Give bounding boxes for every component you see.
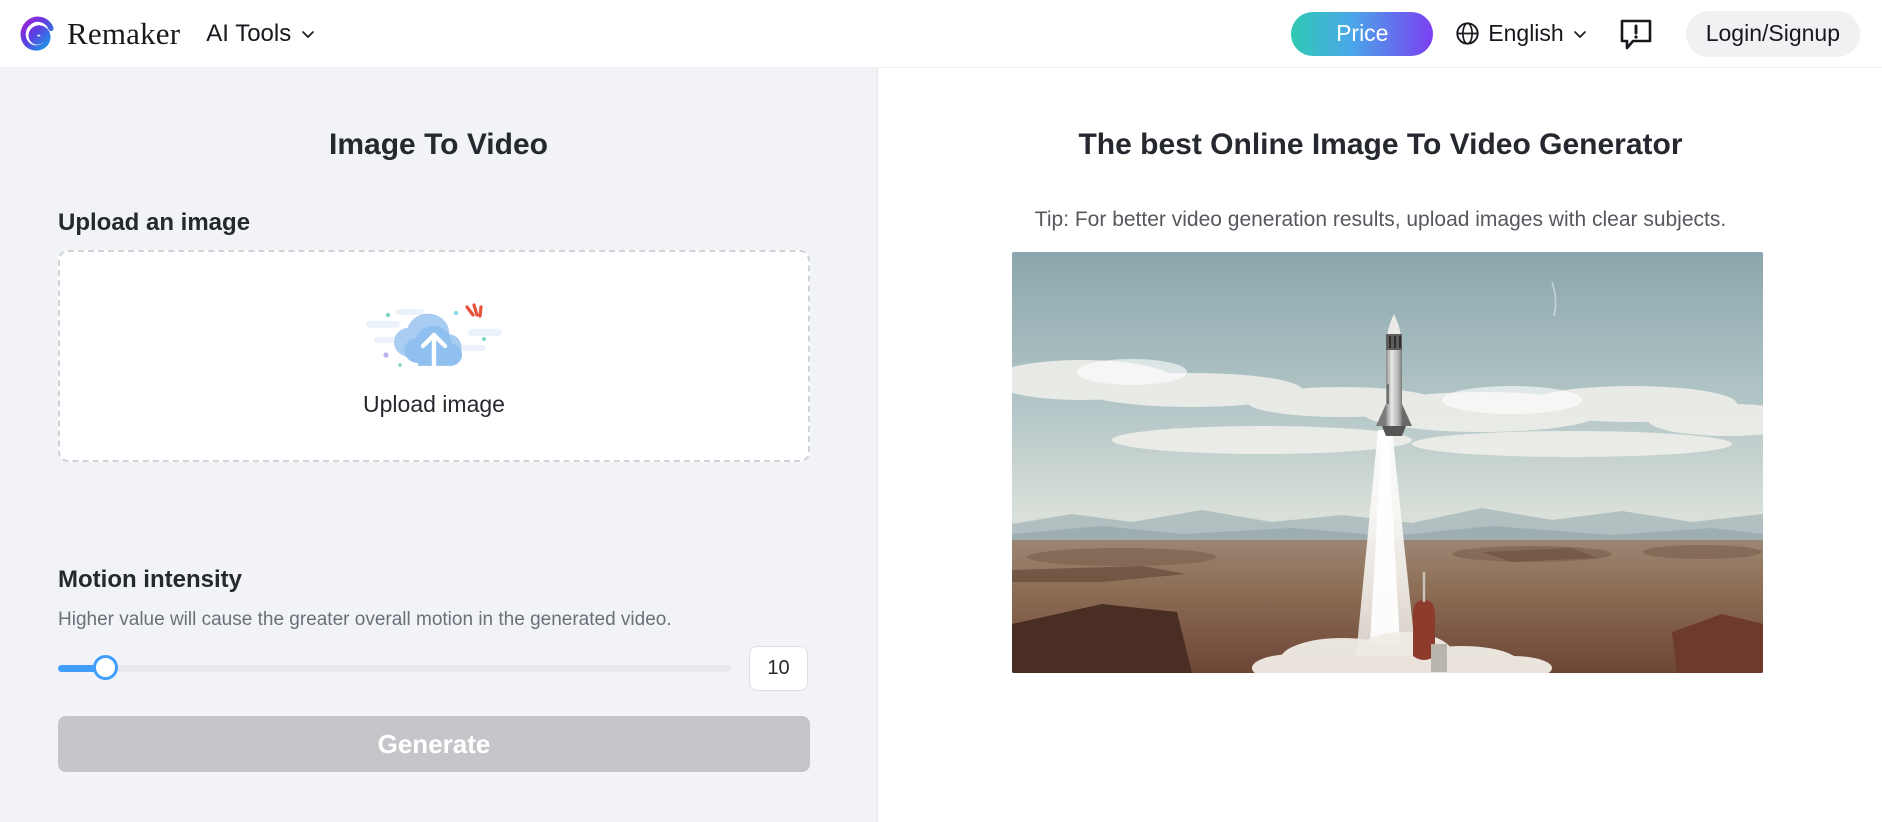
nav-ai-tools-label: AI Tools (206, 19, 292, 47)
usage-tip: Tip: For better video generation results… (1034, 208, 1727, 231)
chevron-down-icon (300, 26, 316, 42)
slider-thumb[interactable] (93, 655, 118, 680)
motion-intensity-control: 10 (58, 645, 810, 691)
language-selector[interactable]: English (1455, 20, 1587, 47)
globe-icon (1455, 21, 1480, 46)
motion-intensity-description: Higher value will cause the greater over… (58, 609, 672, 630)
right-panel-title: The best Online Image To Video Generator (1078, 128, 1683, 161)
motion-intensity-value[interactable]: 10 (749, 645, 808, 691)
header-actions: Price English Login/Signup (1291, 10, 1860, 57)
upload-dropzone[interactable]: Upload image (58, 250, 810, 462)
left-tool-panel: Image To Video Upload an image Upload im… (0, 68, 878, 822)
cloud-upload-icon (364, 295, 504, 381)
upload-dropzone-label: Upload image (363, 390, 505, 417)
chevron-down-icon (1572, 26, 1588, 42)
motion-intensity-label: Motion intensity (58, 566, 242, 593)
motion-intensity-slider[interactable] (58, 655, 731, 680)
login-signup-button[interactable]: Login/Signup (1685, 10, 1860, 57)
brand[interactable]: Remaker (18, 15, 180, 53)
brand-name: Remaker (67, 15, 181, 51)
generate-button[interactable]: Generate (58, 716, 810, 772)
preview-video-thumbnail[interactable] (1012, 252, 1763, 673)
price-button[interactable]: Price (1291, 11, 1434, 56)
page-title: Image To Video (329, 128, 548, 161)
language-label: English (1488, 20, 1564, 46)
remaker-spiral-logo-icon (18, 15, 56, 53)
right-info-panel: The best Online Image To Video Generator… (879, 68, 1882, 822)
upload-section-label: Upload an image (58, 209, 251, 236)
nav-ai-tools[interactable]: AI Tools (206, 20, 316, 48)
app-header: Remaker AI Tools Price English Login/Sig… (0, 0, 1882, 68)
feedback-bubble-icon[interactable] (1618, 16, 1654, 52)
